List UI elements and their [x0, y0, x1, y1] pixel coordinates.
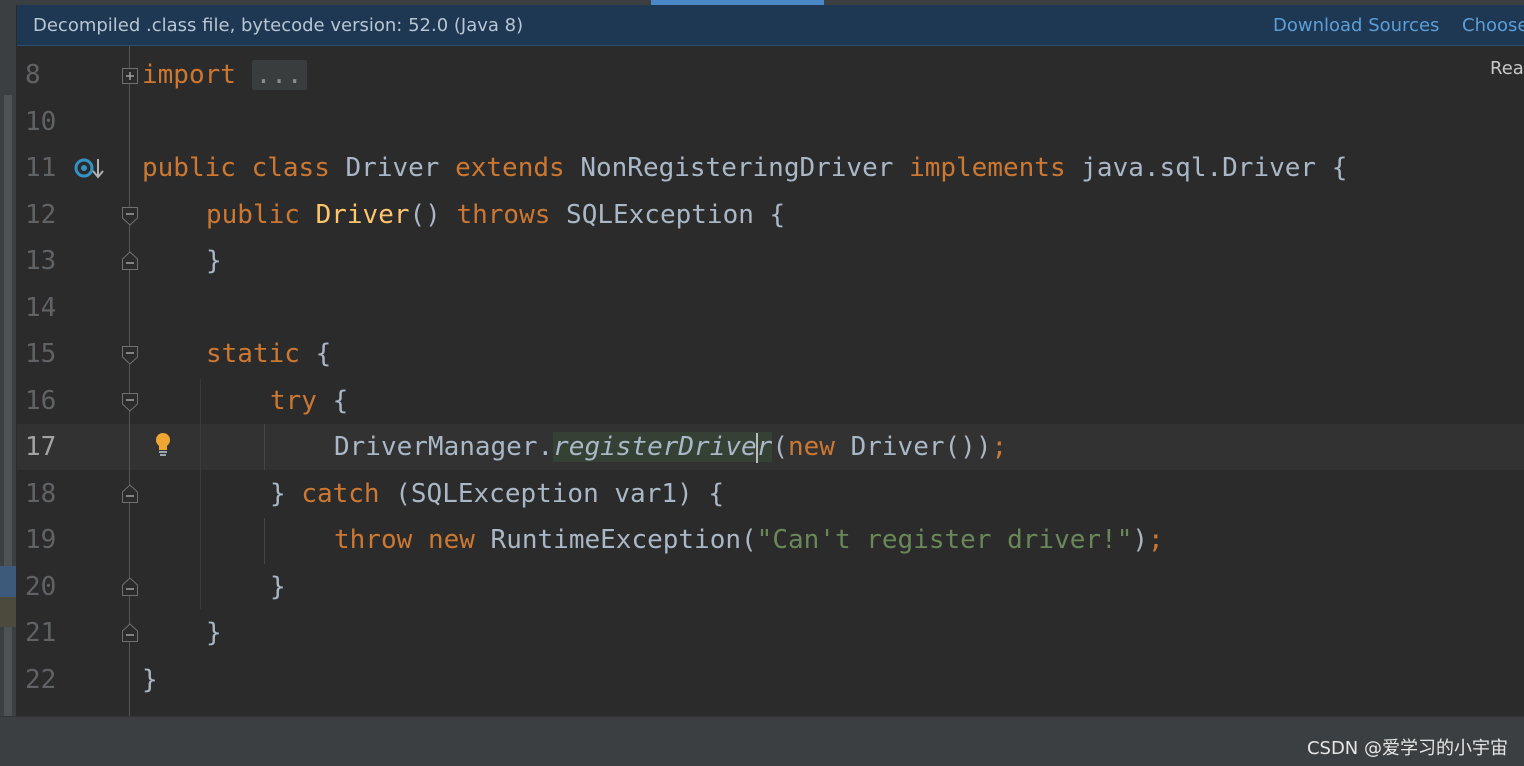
keyword: class	[251, 153, 330, 183]
gutter-divider	[129, 46, 130, 716]
code-line-constructor: public Driver() throws SQLException {	[206, 192, 785, 238]
class-name: Driver	[345, 153, 440, 183]
punctuation: }	[270, 479, 302, 509]
lightbulb-icon[interactable]	[152, 431, 174, 457]
keyword: catch	[301, 479, 380, 509]
catch-clause: (SQLException var1) {	[379, 479, 724, 509]
interface-name: java.sql.Driver	[1081, 153, 1317, 183]
bottom-bar: CSDN @爱学习的小宇宙	[0, 716, 1524, 766]
line-number: 8	[25, 60, 41, 90]
superclass-name: NonRegisteringDriver	[580, 153, 894, 183]
scroll-marker	[0, 597, 16, 627]
semicolon: ;	[991, 432, 1008, 462]
punctuation: {	[1316, 153, 1348, 183]
line-number: 20	[25, 572, 57, 602]
line-number: 19	[25, 525, 57, 555]
string-literal: "Can't register driver!"	[756, 525, 1133, 555]
keyword: throws	[456, 200, 551, 230]
line-number: 16	[25, 386, 57, 416]
punctuation: {	[316, 386, 349, 416]
line-number: 12	[25, 200, 57, 230]
keyword: implements	[909, 153, 1066, 183]
code-line-catch: } catch (SQLException var1) {	[270, 471, 724, 517]
download-sources-link[interactable]: Download Sources	[1273, 15, 1439, 36]
indent-guide	[200, 379, 201, 609]
keyword: new	[787, 432, 835, 462]
line-number: 14	[25, 293, 57, 323]
line-number: 15	[25, 339, 57, 369]
punctuation: {	[299, 339, 332, 369]
code-line-import: import ...	[142, 52, 307, 98]
line-number: 10	[25, 107, 57, 137]
keyword: new	[427, 525, 475, 555]
code-line-close-brace: }	[142, 665, 158, 695]
code-line-class-decl: public class Driver extends NonRegisteri…	[142, 145, 1347, 191]
code-line-close-brace: }	[206, 246, 222, 276]
semicolon: ;	[1148, 525, 1164, 555]
punctuation: (	[772, 432, 788, 462]
keyword: try	[270, 386, 317, 416]
class-ref: DriverManager.	[334, 432, 554, 462]
keyword: extends	[455, 153, 565, 183]
constructor-name: Driver	[315, 200, 410, 230]
keyword: public	[206, 200, 300, 230]
fold-end-icon[interactable]	[121, 576, 139, 598]
implementation-gutter-icon[interactable]	[74, 156, 106, 184]
exception-type: SQLException {	[550, 200, 786, 230]
punctuation: )	[1132, 525, 1149, 555]
keyword: public	[142, 153, 236, 183]
code-line-close-brace: }	[206, 618, 222, 648]
choose-sources-link[interactable]: Choose	[1462, 15, 1524, 36]
expand-fold-icon[interactable]	[121, 65, 139, 87]
line-number-active: 17	[25, 432, 57, 462]
collapse-fold-icon[interactable]	[121, 391, 139, 413]
left-scrollbar[interactable]	[0, 5, 16, 716]
fold-end-icon[interactable]	[121, 483, 139, 505]
line-number: 21	[25, 618, 57, 648]
fold-end-icon[interactable]	[121, 622, 139, 644]
watermark-text: CSDN @爱学习的小宇宙	[1306, 738, 1508, 759]
indent-guide	[264, 424, 265, 470]
method-call-highlighted: registerDriver	[553, 432, 773, 463]
keyword: import	[142, 60, 236, 90]
keyword: static	[206, 339, 300, 369]
collapse-fold-icon[interactable]	[121, 205, 139, 227]
fold-end-icon[interactable]	[121, 250, 139, 272]
code-line-try: try {	[270, 378, 348, 424]
scroll-marker	[0, 566, 16, 597]
collapse-fold-icon[interactable]	[121, 344, 139, 366]
punctuation: ()	[409, 200, 457, 230]
indent-guide	[264, 518, 265, 564]
folded-imports[interactable]: ...	[251, 60, 307, 90]
line-number: 13	[25, 246, 57, 276]
line-number: 11	[25, 153, 57, 183]
exception-constructor: RuntimeException(	[474, 525, 757, 555]
code-line-throw: throw new RuntimeException("Can't regist…	[334, 517, 1164, 563]
decompiled-notification-banner: Decompiled .class file, bytecode version…	[17, 5, 1524, 46]
banner-message: Decompiled .class file, bytecode version…	[33, 15, 524, 36]
line-number: 22	[25, 665, 57, 695]
code-line-close-brace: }	[270, 572, 286, 602]
code-line-static-block: static {	[206, 331, 331, 377]
reader-mode-toggle[interactable]: Rea	[1490, 58, 1524, 79]
keyword: throw	[334, 525, 413, 555]
code-line-register-driver: DriverManager.registerDriver(new Driver(…	[334, 424, 1007, 470]
line-number: 18	[25, 479, 57, 509]
constructor-call: Driver())	[834, 432, 992, 462]
